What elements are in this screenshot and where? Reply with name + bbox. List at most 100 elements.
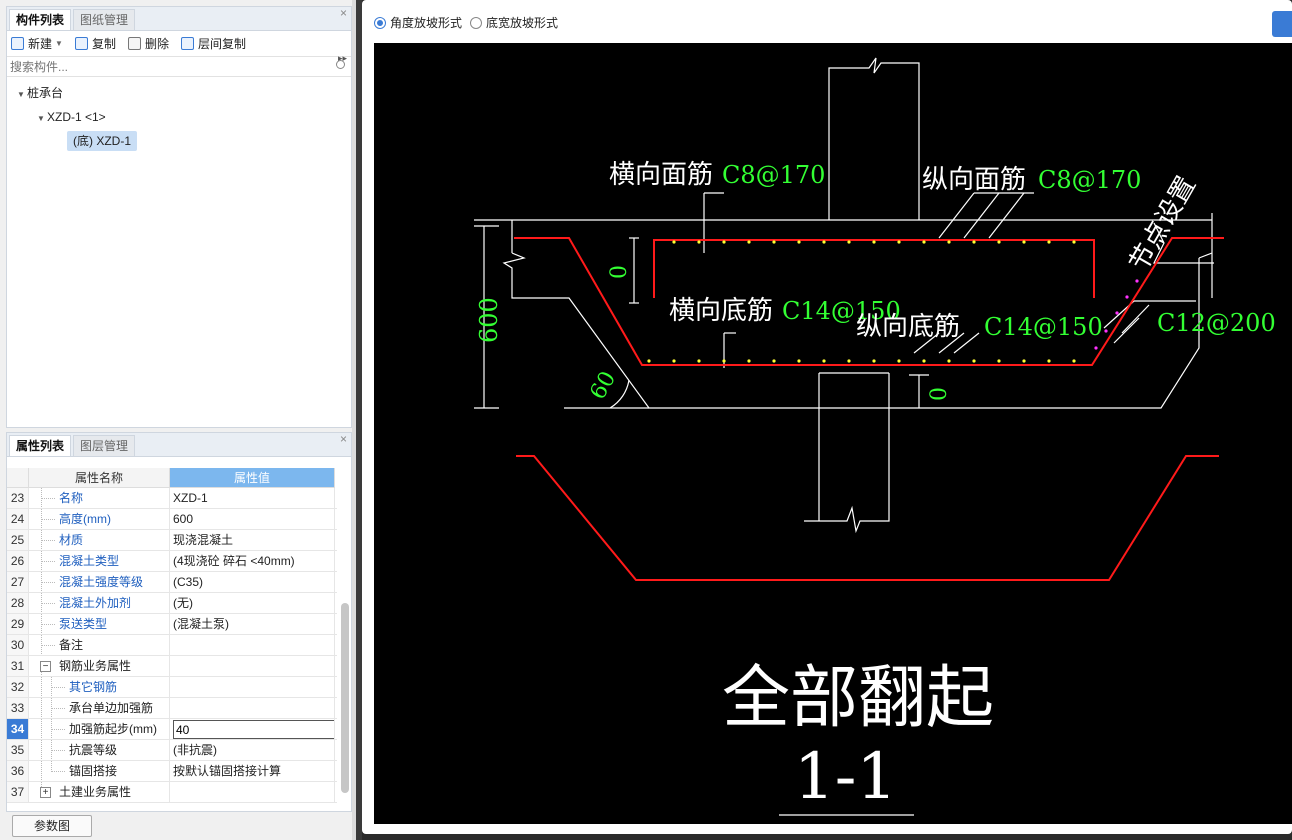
table-row[interactable]: 25 材质 现浇混凝土 <box>7 530 337 551</box>
row-value[interactable]: (C35) <box>170 572 335 592</box>
tree-node-label: (底) XZD-1 <box>67 131 137 151</box>
row-value[interactable]: (无) <box>170 593 335 613</box>
expand-icon[interactable]: + <box>40 787 51 798</box>
row-value[interactable] <box>170 782 335 802</box>
table-row[interactable]: 33 承台单边加强筋 <box>7 698 337 719</box>
drawing-svg: 横向面筋 C8@170 纵向面筋 C8@170 节点设置 横向底筋 C14@15… <box>474 57 1276 816</box>
tree-node-root[interactable]: ▼ 桩承台 <box>7 81 351 105</box>
property-scrollbar[interactable] <box>341 603 349 793</box>
radio-width-slope[interactable]: 底宽放坡形式 <box>470 14 558 31</box>
row-num: 30 <box>7 635 29 655</box>
table-row[interactable]: 30 备注 <box>7 635 337 656</box>
tree-node-label: 桩承台 <box>27 86 64 100</box>
copy-button[interactable]: 复制 <box>74 35 116 52</box>
table-row[interactable]: 31− 钢筋业务属性 <box>7 656 337 677</box>
row-value[interactable] <box>170 698 335 718</box>
row-num: 31 <box>7 656 29 676</box>
tree-node-leaf[interactable]: (底) XZD-1 <box>7 129 351 153</box>
chevron-down-icon[interactable]: ▼ <box>55 39 63 48</box>
property-table-header: 属性名称 属性值 <box>7 468 337 488</box>
row-num: 32 <box>7 677 29 697</box>
row-name: 材质 <box>29 530 170 550</box>
table-row[interactable]: 37 + 土建业务属性 <box>7 782 337 803</box>
close-icon[interactable]: × <box>340 432 347 446</box>
outline-lines <box>474 57 1214 534</box>
drawing-labels: 横向面筋 C8@170 纵向面筋 C8@170 节点设置 横向底筋 C14@15… <box>475 160 1276 814</box>
table-row[interactable]: 32 其它钢筋 <box>7 677 337 698</box>
delete-button[interactable]: 删除 <box>127 35 169 52</box>
chevron-down-icon[interactable]: ▼ <box>17 83 27 107</box>
row-name-text: 锚固搭接 <box>69 764 118 778</box>
tab-drawing-manage[interactable]: 图纸管理 <box>73 9 136 30</box>
table-row[interactable]: 34 加强筋起步(mm) <box>7 719 337 740</box>
table-row[interactable]: 36 锚固搭接 按默认锚固搭接计算 <box>7 761 337 782</box>
radio-checked-icon[interactable] <box>374 16 386 29</box>
row-value[interactable] <box>170 677 335 697</box>
section-label: 1-1 <box>794 740 897 814</box>
floor-copy-icon <box>180 37 194 50</box>
row-name: 备注 <box>29 635 170 655</box>
copy-label: 复制 <box>91 37 116 51</box>
parametric-drawing[interactable]: 横向面筋 C8@170 纵向面筋 C8@170 节点设置 横向底筋 C14@15… <box>374 43 1292 824</box>
row-name: 泵送类型 <box>29 614 170 634</box>
row-value[interactable] <box>170 635 335 655</box>
row-name: + 土建业务属性 <box>29 782 170 802</box>
new-icon <box>11 37 24 50</box>
row-value[interactable]: 600 <box>170 509 335 529</box>
row-name: − 钢筋业务属性 <box>29 656 170 676</box>
row-value[interactable]: 现浇混凝土 <box>170 530 335 550</box>
slope-mode-radios: 角度放坡形式 底宽放坡形式 <box>374 14 566 31</box>
row-name-text: 土建业务属性 <box>59 785 132 799</box>
radio-angle-slope[interactable]: 角度放坡形式 <box>374 14 462 31</box>
table-row[interactable]: 28 混凝土外加剂 (无) <box>7 593 337 614</box>
row-value[interactable]: XZD-1 <box>170 488 335 508</box>
row-num: 25 <box>7 530 29 550</box>
search-input[interactable] <box>10 59 310 74</box>
row-value[interactable]: 按默认锚固搭接计算 <box>170 761 335 781</box>
table-row[interactable]: 29 泵送类型 (混凝土泵) <box>7 614 337 635</box>
table-row[interactable]: 27 混凝土强度等级 (C35) <box>7 572 337 593</box>
confirm-button[interactable] <box>1272 11 1292 37</box>
table-row[interactable]: 24 高度(mm) 600 <box>7 509 337 530</box>
caption-all-turn-up: 全部翻起 <box>722 659 994 738</box>
search-icon[interactable] <box>336 60 345 69</box>
row-name-text: 其它钢筋 <box>69 680 118 694</box>
radio-unchecked-icon[interactable] <box>470 16 483 29</box>
param-diagram-button[interactable]: 参数图 <box>12 815 92 837</box>
floor-copy-button[interactable]: 层间复制 <box>180 35 246 52</box>
dim-zero-top: 0 <box>607 265 632 279</box>
new-label: 新建 <box>28 37 53 51</box>
row-value <box>170 719 335 739</box>
table-row[interactable]: 35 抗震等级 (非抗震) <box>7 740 337 761</box>
tab-property-list[interactable]: 属性列表 <box>9 435 72 456</box>
copy-icon <box>74 37 88 50</box>
component-list-panel: × 构件列表 图纸管理 新建▼ 复制 删除 层间复制 ▸▸ ▼桩承台 ▼XZD-… <box>6 6 352 428</box>
reinforce-start-input[interactable] <box>173 720 334 739</box>
row-value[interactable]: (非抗震) <box>170 740 335 760</box>
tab-component-list[interactable]: 构件列表 <box>9 9 72 30</box>
row-name: 混凝土外加剂 <box>29 593 170 613</box>
row-num: 34 <box>7 719 29 739</box>
row-num: 33 <box>7 698 29 718</box>
row-name-text: 承台单边加强筋 <box>69 701 154 715</box>
new-button[interactable]: 新建 ▼ <box>11 35 63 52</box>
component-tabs: 构件列表 图纸管理 <box>7 7 351 31</box>
row-value[interactable] <box>170 656 335 676</box>
table-row[interactable]: 26 混凝土类型 (4现浇砼 碎石 <40mm) <box>7 551 337 572</box>
close-icon[interactable]: × <box>340 6 347 20</box>
row-value[interactable]: (4现浇砼 碎石 <40mm) <box>170 551 335 571</box>
row-name: 其它钢筋 <box>29 677 170 697</box>
val-top-transverse: C8@170 <box>722 161 825 189</box>
tree-node-child[interactable]: ▼ XZD-1 <1> <box>7 105 351 129</box>
row-name: 抗震等级 <box>29 740 170 760</box>
table-row[interactable]: 23 名称 XZD-1 <box>7 488 337 509</box>
label-top-longitudinal: 纵向面筋 <box>922 165 1026 195</box>
tab-layer-manage[interactable]: 图层管理 <box>73 435 136 456</box>
collapse-icon[interactable]: − <box>40 661 51 672</box>
dim-zero-bottom: 0 <box>927 387 952 401</box>
row-name-text: 泵送类型 <box>59 617 108 631</box>
row-value[interactable]: (混凝土泵) <box>170 614 335 634</box>
delete-label: 删除 <box>144 37 169 51</box>
label-bot-longitudinal: 纵向底筋 <box>856 312 960 342</box>
chevron-down-icon[interactable]: ▼ <box>37 107 47 131</box>
